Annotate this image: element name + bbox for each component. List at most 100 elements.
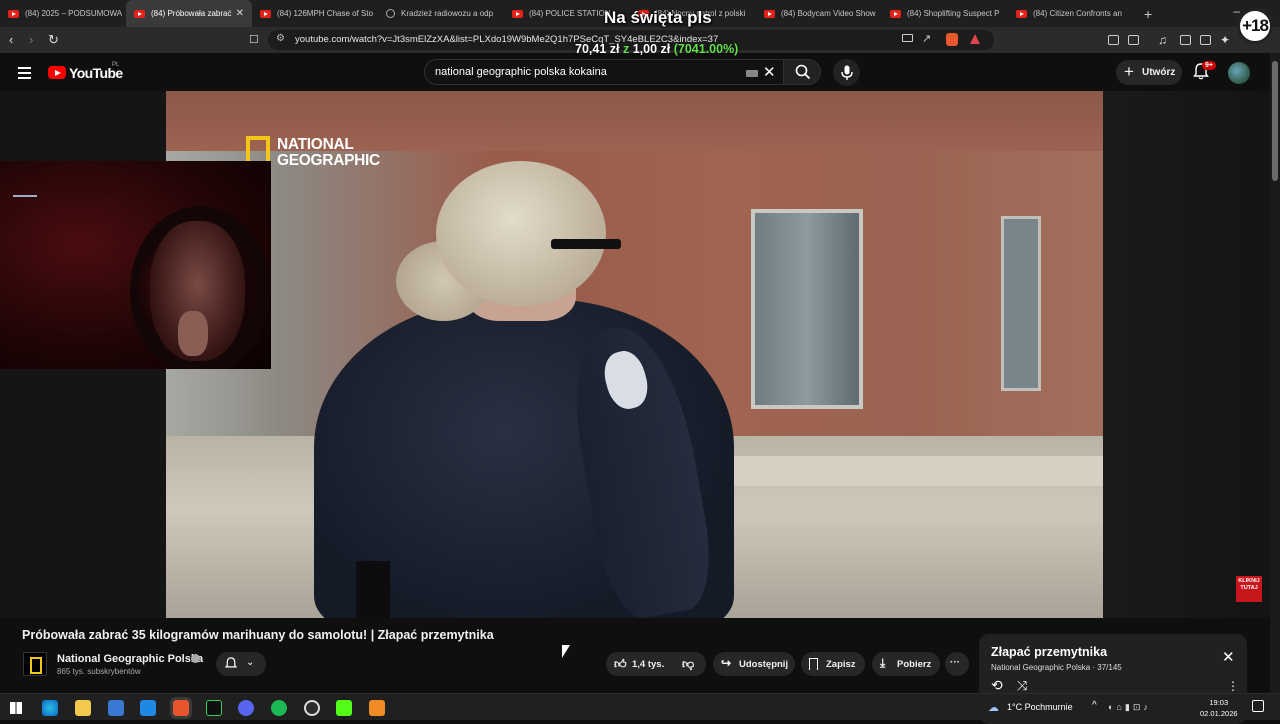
mail-icon[interactable] [140,700,156,716]
close-icon[interactable]: ✕ [1222,648,1235,666]
browser-tab[interactable]: (84) Bodycam Video Show [756,0,882,27]
clear-search-icon[interactable]: ✕ [763,63,776,81]
store-icon[interactable] [108,700,124,716]
webcam-scene [178,311,208,356]
extension-icon[interactable] [1108,35,1119,45]
cast-icon[interactable] [902,34,913,42]
media-player-icon[interactable] [206,700,222,716]
shuffle-icon[interactable]: ⤨ [1017,678,1027,694]
plus-icon: + [1124,62,1134,81]
browser-tab[interactable]: (84) Shoplifting Suspect P [882,0,1008,27]
verified-icon [191,654,200,663]
tab-label: (84) Shoplifting Suspect P [907,9,1000,18]
new-tab-button[interactable]: + [1144,6,1152,22]
like-dislike-group: 👍︎ 1,4 tys. 👎︎ [606,652,706,676]
download-label: Pobierz [897,659,932,670]
download-icon: ⤓ [880,656,886,670]
site-info-icon[interactable]: ⚙ [276,33,285,44]
video-scene [356,561,390,618]
screenshot-icon[interactable] [1128,35,1139,45]
share-button[interactable]: ↪ Udostępnij [713,652,795,676]
discord-icon[interactable] [238,700,254,716]
watermark-line: NATIONAL [277,136,354,153]
close-tab-icon[interactable]: ✕ [236,8,244,19]
back-icon[interactable]: ‹ [9,33,13,47]
notification-center-icon[interactable] [1252,700,1264,712]
tray-icons[interactable]: ◐⌂▮⊡♪ [1108,702,1151,713]
spotify-icon[interactable] [271,700,287,716]
create-button[interactable]: + Utwórz [1116,60,1182,85]
age-restriction-badge: +18 [1237,8,1273,44]
chevron-down-icon: ⌄ [246,657,255,668]
bookmark-icon[interactable]: ☐ [249,33,259,47]
clock-time: 19:03 [1209,698,1229,707]
loop-icon[interactable]: ⟲ [991,677,1003,694]
browser-tab[interactable]: (84) Citizen Confronts an [1008,0,1134,27]
more-vertical-icon[interactable]: ⋮ [1227,679,1239,693]
player-letterbox-right [1103,91,1270,618]
avatar[interactable] [1228,62,1250,84]
download-button[interactable]: ⤓ Pobierz [872,652,940,676]
music-icon[interactable]: ♫ [1158,33,1167,47]
share-icon[interactable]: ↗ [922,32,931,45]
donation-percent: (7041.00%) [673,42,739,56]
edge-icon[interactable] [42,700,58,716]
voice-search-button[interactable] [833,59,860,86]
youtube-icon [134,9,145,18]
share-arrow-icon: ↪ [721,656,732,670]
channel-avatar[interactable] [23,652,47,676]
microphone-icon [841,65,853,80]
brave-rewards-icon[interactable] [970,34,980,44]
dislike-button[interactable]: 👎︎ [678,652,706,676]
search-icon [795,64,811,80]
search-input[interactable]: national geographic polska kokaina [435,66,607,78]
create-label: Utwórz [1142,67,1176,78]
like-count: 1,4 tys. [632,659,665,670]
browser-tab-active[interactable]: (84) Próbowała zabrać ✕ [126,0,252,27]
video-title: Próbowała zabrać 35 kilogramów marihuany… [22,628,494,642]
weather-text[interactable]: 1°C Pochmurnie [1007,702,1073,712]
search-box[interactable]: national geographic polska kokaina ✕ [424,59,784,85]
keyboard-icon[interactable] [746,70,758,77]
start-icon[interactable] [10,702,22,714]
youtube-icon [890,9,901,18]
donation-goal-title: Na święta pls [604,8,712,27]
file-explorer-icon[interactable] [75,700,91,716]
search-button[interactable] [783,59,821,85]
subscription-bell-button[interactable]: ⌄ [216,652,266,676]
globe-icon [386,9,395,18]
promo-badge[interactable]: KLIKNIJ TUTAJ [1236,576,1262,602]
wallet-icon[interactable] [1200,35,1211,45]
page-scrollbar[interactable] [1270,53,1280,693]
donation-goal-progress: 70,41 zł z 1,00 zł (7041.00%) [575,42,738,56]
like-button[interactable]: 👍︎ 1,4 tys. [606,652,676,676]
donation-goal: 1,00 zł [632,42,671,56]
playlist-meta: National Geographic Polska · 37/145 [991,663,1122,672]
brave-shield-icon[interactable] [946,33,958,46]
ai-icon[interactable]: ✦ [1220,33,1230,47]
kick-icon[interactable] [336,700,352,716]
share-label: Udostępnij [739,659,789,670]
scrollbar-thumb[interactable] [1272,61,1278,181]
browser-tab[interactable]: (84) 126MPH Chase of Sto [252,0,378,27]
forward-icon[interactable]: › [29,33,33,47]
playlist-title[interactable]: Złapać przemytnika [991,645,1107,659]
more-actions-button[interactable]: ··· [945,652,969,676]
brave-icon[interactable] [170,697,192,719]
reload-icon[interactable]: ↻ [48,33,59,47]
youtube-header: YouTube PL national geographic polska ko… [0,53,1270,91]
channel-name[interactable]: National Geographic Polska [57,653,203,665]
video-player[interactable]: NATIONAL GEOGRAPHIC [166,91,1103,618]
obs-icon[interactable] [304,700,320,716]
tray-chevron-icon[interactable]: ^ [1092,700,1097,711]
clock[interactable]: 19:03 02.01.2026 [1200,697,1238,719]
save-button[interactable]: Zapisz [801,652,865,676]
youtube-logo-icon[interactable] [48,66,66,79]
browser-tab[interactable]: (84) 2025 – PODSUMOWA [0,0,126,27]
sidebar-icon[interactable] [1180,35,1191,45]
donation-amount: 70,41 zł [575,42,620,56]
youtube-icon [512,9,523,18]
tab-label: (84) Próbowała zabrać [151,9,232,18]
browser-tab[interactable]: Kradzież radiowozu a odp [378,0,504,27]
app-icon[interactable] [369,700,385,716]
